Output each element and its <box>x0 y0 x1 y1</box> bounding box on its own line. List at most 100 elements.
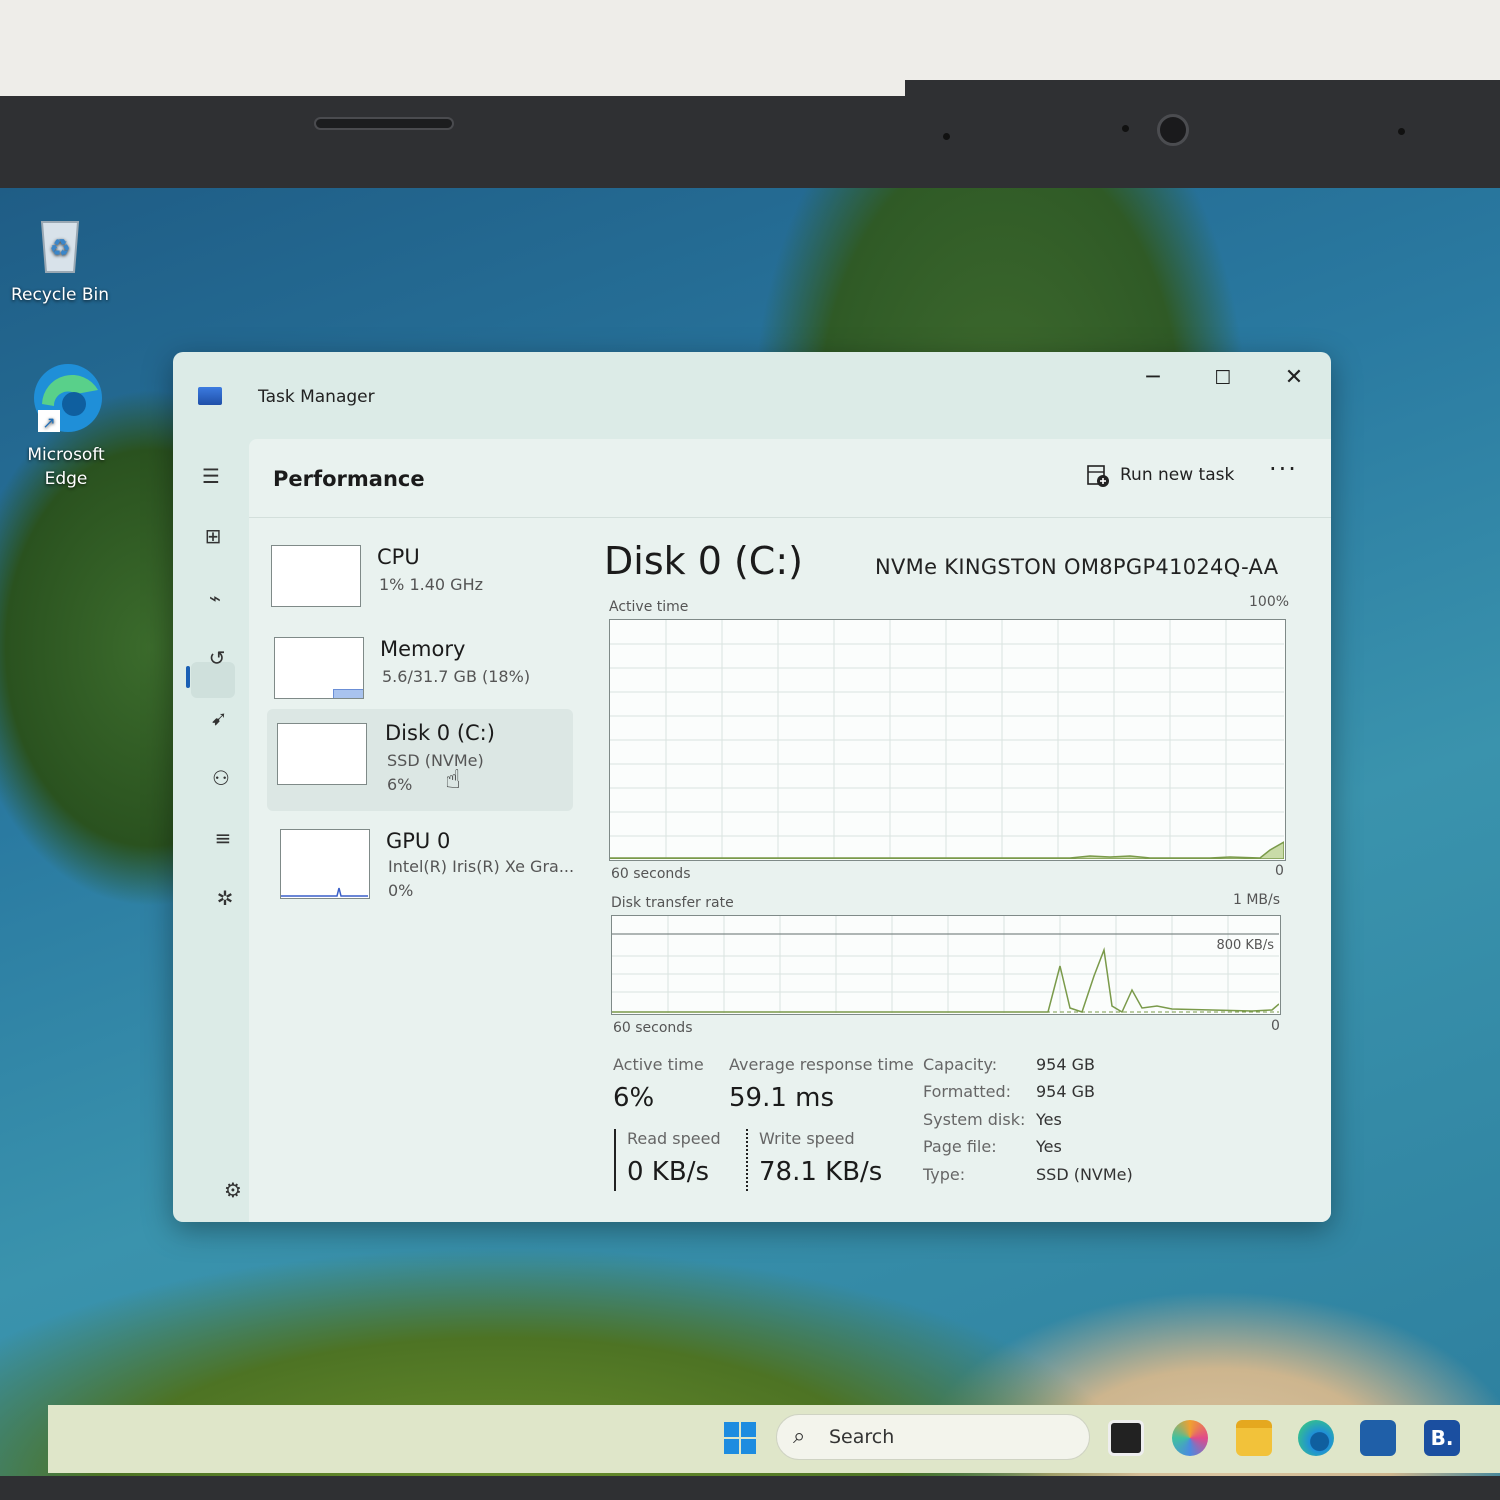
device-detail: 1% 1.40 GHz <box>379 575 484 594</box>
active-time-graph-label: Active time <box>609 599 689 615</box>
edge-icon: ↗ <box>34 364 102 432</box>
gpu-spike <box>281 887 368 897</box>
active-time-graph <box>609 619 1286 861</box>
memory-mini-graph <box>274 637 364 699</box>
system-disk-value: Yes <box>1036 1110 1062 1129</box>
window-title: Task Manager <box>258 387 375 407</box>
device-disk0[interactable]: Disk 0 (C:) SSD (NVMe) 6% ☝ <box>267 709 573 811</box>
app-history-icon[interactable]: ↺ <box>201 642 233 674</box>
task-manager-window[interactable]: Task Manager ─ ☐ ✕ ☰ ⊞ ⌁ ↺ ➹ ⚇ ≡ ✲ ⚙ Per… <box>173 352 1331 1222</box>
transfer-graph-min: 0 <box>1271 1018 1280 1034</box>
page-file-key: Page file: <box>923 1137 997 1156</box>
transfer-rate-plot <box>612 916 1280 1014</box>
mouse-pointer-hand-icon: ☝ <box>445 765 461 795</box>
active-time-plot <box>610 620 1285 860</box>
sensor-dot <box>1122 125 1129 132</box>
memory-usage-fill <box>333 689 363 698</box>
gpu-mini-graph <box>280 829 370 899</box>
transfer-graph-label: Disk transfer rate <box>611 895 734 911</box>
active-time-graph-max: 100% <box>1249 594 1290 610</box>
transfer-reference-label: 800 KB/s <box>1216 938 1274 953</box>
sensor-dot <box>1398 128 1405 135</box>
nav-active-indicator <box>186 666 190 688</box>
write-speed-label: Write speed <box>759 1129 855 1148</box>
maximize-button[interactable]: ☐ <box>1203 360 1243 396</box>
copilot-icon[interactable] <box>1172 1420 1208 1456</box>
taskbar-search-box[interactable]: ⌕ Search <box>776 1414 1090 1460</box>
transfer-graph-timespan: 60 seconds <box>613 1020 693 1036</box>
capacity-key: Capacity: <box>923 1055 998 1074</box>
file-explorer-icon[interactable] <box>1236 1420 1272 1456</box>
avg-response-value: 59.1 ms <box>729 1083 835 1113</box>
device-usage: 6% <box>387 775 413 794</box>
start-button[interactable] <box>722 1420 758 1456</box>
device-name: Disk 0 (C:) <box>385 721 495 745</box>
device-detail: Intel(R) Iris(R) Xe Gra... <box>388 857 575 876</box>
disk-model: NVMe KINGSTON OM8PGP41024Q-AA <box>875 555 1279 579</box>
transfer-graph-max: 1 MB/s <box>1233 892 1281 908</box>
run-new-task-button[interactable]: Run new task <box>1084 457 1234 493</box>
run-task-icon <box>1087 465 1109 487</box>
recycle-bin-label: Recycle Bin <box>10 285 109 305</box>
avg-response-label: Average response time <box>729 1055 914 1074</box>
device-name: Memory <box>380 637 466 661</box>
task-manager-app-icon <box>198 387 222 405</box>
write-rate-series <box>612 947 1280 1014</box>
edge-label-line2: Edge <box>44 469 88 489</box>
edge-taskbar-icon[interactable] <box>1298 1420 1334 1456</box>
capacity-value: 954 GB <box>1036 1055 1095 1074</box>
svg-text:♻: ♻ <box>49 234 71 262</box>
read-series-marker <box>614 1129 616 1191</box>
hamburger-menu-icon[interactable]: ☰ <box>195 460 227 492</box>
device-detail: SSD (NVMe) <box>387 751 484 770</box>
recycle-bin-shortcut[interactable]: ♻ Recycle Bin <box>8 212 112 307</box>
write-speed-value: 78.1 KB/s <box>759 1157 883 1187</box>
device-name: GPU 0 <box>386 829 451 853</box>
taskbar <box>48 1405 1500 1473</box>
booking-app-icon[interactable]: B. <box>1424 1420 1460 1456</box>
task-view-icon[interactable] <box>1108 1420 1144 1456</box>
transfer-rate-graph: 800 KB/s <box>611 915 1281 1015</box>
performance-pane: Performance Run new task ··· CPU 1% 1.40… <box>249 439 1331 1222</box>
active-time-series <box>610 840 1285 860</box>
formatted-value: 954 GB <box>1036 1082 1095 1101</box>
device-detail: 5.6/31.7 GB (18%) <box>382 667 531 686</box>
search-placeholder: Search <box>829 1426 895 1448</box>
edge-label-line1: Microsoft <box>27 445 105 465</box>
write-series-marker <box>746 1129 748 1191</box>
device-gpu0[interactable]: GPU 0 Intel(R) Iris(R) Xe Gra... 0% <box>270 819 576 911</box>
type-key: Type: <box>923 1165 966 1184</box>
more-options-button[interactable]: ··· <box>1269 455 1298 483</box>
active-time-value: 6% <box>613 1083 655 1113</box>
active-time-graph-min: 0 <box>1275 863 1284 879</box>
sensor-dot <box>943 133 950 140</box>
device-usage: 0% <box>388 881 414 900</box>
run-new-task-label: Run new task <box>1120 465 1235 485</box>
privacy-slider <box>314 117 454 130</box>
performance-icon[interactable]: ⌁ <box>199 582 231 614</box>
device-memory[interactable]: Memory 5.6/31.7 GB (18%) <box>264 627 570 719</box>
details-icon[interactable]: ≡ <box>207 822 239 854</box>
minimize-button[interactable]: ─ <box>1133 360 1173 396</box>
close-button[interactable]: ✕ <box>1274 360 1314 396</box>
windows-logo-icon <box>724 1422 756 1454</box>
formatted-key: Formatted: <box>923 1082 1012 1101</box>
settings-gear-icon[interactable]: ⚙ <box>217 1174 249 1206</box>
system-disk-key: System disk: <box>923 1110 1026 1129</box>
edge-shortcut[interactable]: ↗ Microsoft Edge <box>16 360 116 491</box>
active-time-label: Active time <box>613 1055 704 1074</box>
page-title: Performance <box>273 467 425 491</box>
services-icon[interactable]: ✲ <box>209 882 241 914</box>
disk-mini-graph <box>277 723 367 785</box>
processes-icon[interactable]: ⊞ <box>197 520 229 552</box>
device-cpu[interactable]: CPU 1% 1.40 GHz <box>261 535 567 627</box>
read-speed-value: 0 KB/s <box>627 1157 709 1187</box>
page-file-value: Yes <box>1036 1137 1062 1156</box>
read-speed-label: Read speed <box>627 1129 721 1148</box>
users-icon[interactable]: ⚇ <box>205 762 237 794</box>
startup-apps-icon[interactable]: ➹ <box>203 702 235 734</box>
store-icon[interactable] <box>1360 1420 1396 1456</box>
webcam <box>1157 114 1189 146</box>
disk-title: Disk 0 (C:) <box>604 539 803 583</box>
camera-housing <box>905 80 1500 110</box>
